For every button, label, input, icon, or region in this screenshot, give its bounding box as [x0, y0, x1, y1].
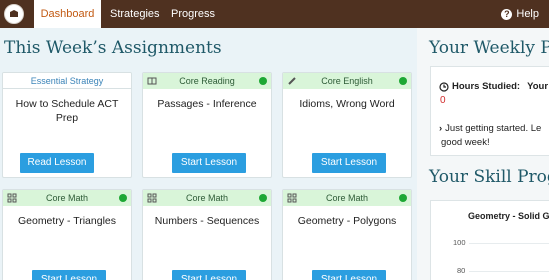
- hours-label: Hours Studied:: [452, 81, 521, 92]
- card-title: Passages - Inference: [157, 98, 257, 110]
- chart-title: Geometry - Solid G: [468, 211, 549, 221]
- card-category: Core Math: [45, 193, 89, 203]
- tick-label: 80: [457, 266, 466, 275]
- card-header: Core Math: [143, 190, 271, 206]
- card-title: Idioms, Wrong Word: [299, 98, 395, 110]
- start-lesson-button[interactable]: Start Lesson: [312, 270, 386, 280]
- book-icon: [147, 77, 157, 85]
- assignment-card: Core Reading Passages - Inference Start …: [142, 72, 272, 178]
- message-row: › Just getting started. Le: [439, 123, 541, 134]
- start-lesson-button[interactable]: Start Lesson: [32, 270, 106, 280]
- assignment-card: Core Math Numbers - Sequences Start Less…: [142, 189, 272, 280]
- grid-icon: [287, 193, 297, 203]
- message-line-1: Just getting started. Le: [445, 123, 542, 134]
- read-lesson-button[interactable]: Read Lesson: [20, 153, 94, 173]
- assignments-title: This Week’s Assignments: [4, 38, 222, 58]
- assignment-card: Core English Idioms, Wrong Word Start Le…: [282, 72, 412, 178]
- tick-label: 100: [453, 238, 466, 247]
- status-dot-icon: [119, 194, 127, 202]
- hours-row: Hours Studied: Your: [439, 81, 548, 92]
- start-lesson-button[interactable]: Start Lesson: [312, 153, 386, 173]
- start-lesson-button[interactable]: Start Lesson: [172, 153, 246, 173]
- help-label: Help: [516, 8, 539, 20]
- chevron-right-icon: ›: [439, 123, 443, 134]
- hours-label-2: Your: [527, 81, 549, 92]
- hours-value: 0: [440, 95, 446, 106]
- logo-icon[interactable]: [4, 4, 24, 24]
- help-icon: ?: [501, 8, 513, 20]
- tab-dashboard[interactable]: Dashboard: [34, 0, 101, 28]
- card-header: Core Math: [283, 190, 411, 206]
- card-header: Core English: [283, 73, 411, 89]
- card-title: Geometry - Triangles: [17, 215, 117, 227]
- card-category: Core Math: [325, 193, 369, 203]
- tab-strategies[interactable]: Strategies: [110, 0, 160, 28]
- assignments-section: This Week’s Assignments Essential Strate…: [0, 28, 417, 280]
- card-title: Geometry - Polygons: [297, 215, 397, 227]
- card-category: Core English: [321, 76, 373, 86]
- status-dot-icon: [399, 194, 407, 202]
- status-dot-icon: [399, 77, 407, 85]
- grid-icon: [147, 193, 157, 203]
- grid-icon: [7, 193, 17, 203]
- clock-icon: [439, 81, 449, 92]
- progress-section: Your Weekly P Hours Studied: Your 0 › Ju…: [420, 28, 549, 280]
- weekly-panel: Hours Studied: Your 0 › Just getting sta…: [430, 66, 549, 156]
- status-dot-icon: [259, 194, 267, 202]
- help-link[interactable]: ? Help: [501, 0, 539, 28]
- card-title: Numbers - Sequences: [154, 215, 260, 227]
- start-lesson-button[interactable]: Start Lesson: [172, 270, 246, 280]
- message-line-2: good week!: [441, 137, 490, 148]
- gridline: [469, 271, 549, 272]
- gridline: [469, 243, 549, 244]
- tab-progress[interactable]: Progress: [171, 0, 215, 28]
- card-title: How to Schedule ACT Prep: [15, 98, 119, 124]
- pencil-icon: [288, 77, 296, 85]
- card-category: Essential Strategy: [3, 73, 131, 89]
- assignment-card: Core Math Geometry - Triangles Start Les…: [2, 189, 132, 280]
- top-nav: Dashboard Strategies Progress ? Help: [0, 0, 549, 28]
- skill-progress-title: Your Skill Prog: [429, 167, 549, 187]
- card-category: Core Math: [185, 193, 229, 203]
- assignment-card: Essential Strategy How to Schedule ACT P…: [2, 72, 132, 178]
- skill-chart-panel: Geometry - Solid G 100 80: [430, 200, 549, 280]
- card-header: Core Math: [3, 190, 131, 206]
- card-header: Core Reading: [143, 73, 271, 89]
- card-category: Core Reading: [179, 76, 235, 86]
- status-dot-icon: [259, 77, 267, 85]
- assignment-card: Core Math Geometry - Polygons Start Less…: [282, 189, 412, 280]
- weekly-progress-title: Your Weekly P: [429, 38, 549, 58]
